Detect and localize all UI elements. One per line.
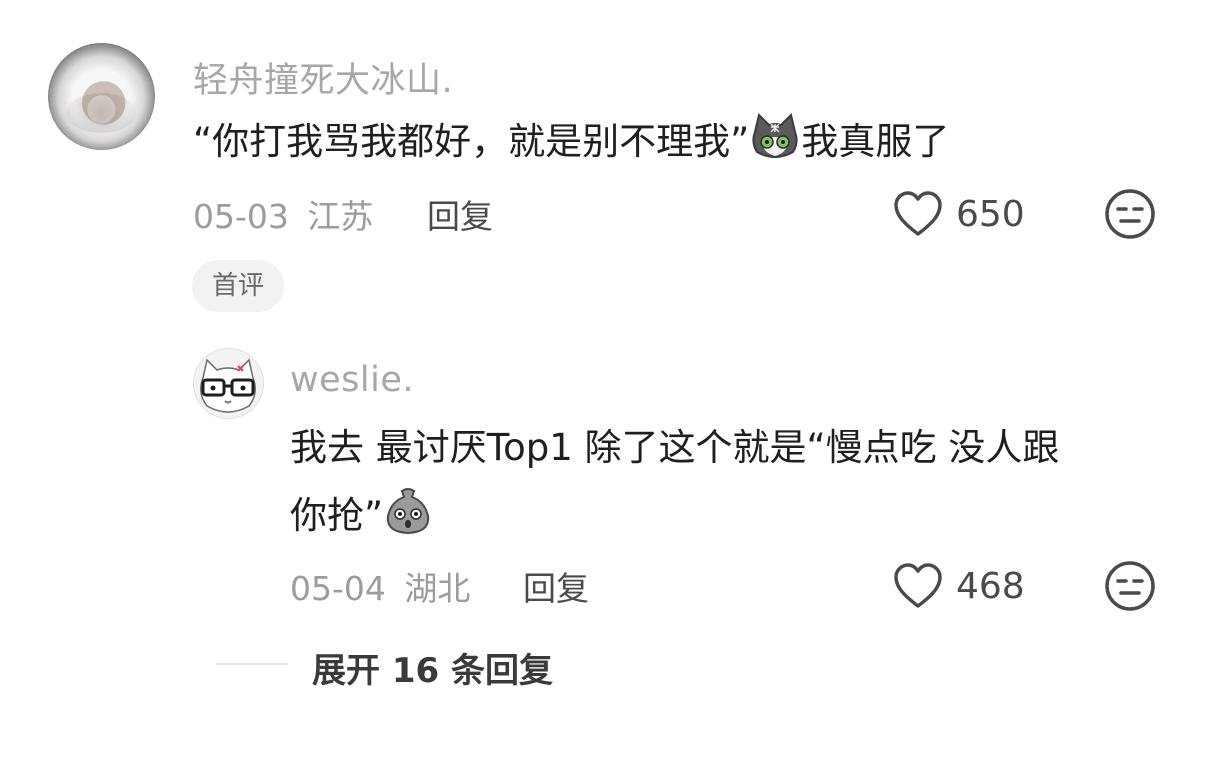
reply-meta: 05-04 湖北 xyxy=(290,562,470,610)
comment-username[interactable]: 轻舟撞死大冰山. xyxy=(193,52,453,103)
reply-location: 湖北 xyxy=(404,569,471,608)
comment-text-suffix: 我真服了 xyxy=(801,120,950,163)
comment-location: 江苏 xyxy=(307,197,374,236)
expand-replies-button[interactable]: 展开 16 条回复 xyxy=(312,643,553,692)
avatar[interactable] xyxy=(48,43,155,150)
comment-meta: 05-03 江苏 xyxy=(193,190,373,238)
heart-outline-icon[interactable] xyxy=(892,190,944,238)
comment-text-main: “你打我骂我都好，就是别不理我” xyxy=(193,120,750,163)
first-comment-badge: 首评 xyxy=(192,260,285,312)
comment-date: 05-03 xyxy=(193,197,289,236)
reply-text-line-2: 你抢” xyxy=(290,482,433,558)
reply-reply-button[interactable]: 回复 xyxy=(523,562,589,610)
like-count: 650 xyxy=(956,194,1025,235)
bag-face-emoji-icon xyxy=(383,486,433,558)
reply-text-line-1: 我去 最讨厌Top1 除了这个就是“慢点吃 没人跟 xyxy=(290,426,1060,469)
reply-like-count: 468 xyxy=(956,566,1025,607)
meh-face-icon[interactable] xyxy=(1104,560,1156,612)
expand-divider xyxy=(216,663,288,665)
reply-username[interactable]: weslie. xyxy=(290,360,414,400)
comment-text: “你打我骂我都好，就是别不理我” 我真服了 xyxy=(193,108,949,184)
reply-avatar[interactable] xyxy=(193,348,264,419)
heart-outline-icon[interactable] xyxy=(892,562,944,610)
cat-face-emoji-icon xyxy=(749,112,801,184)
reply-date: 05-04 xyxy=(290,569,386,608)
reply-button[interactable]: 回复 xyxy=(427,190,493,238)
reply-text-end: 你抢” xyxy=(290,494,384,537)
meh-face-icon[interactable] xyxy=(1104,188,1156,240)
